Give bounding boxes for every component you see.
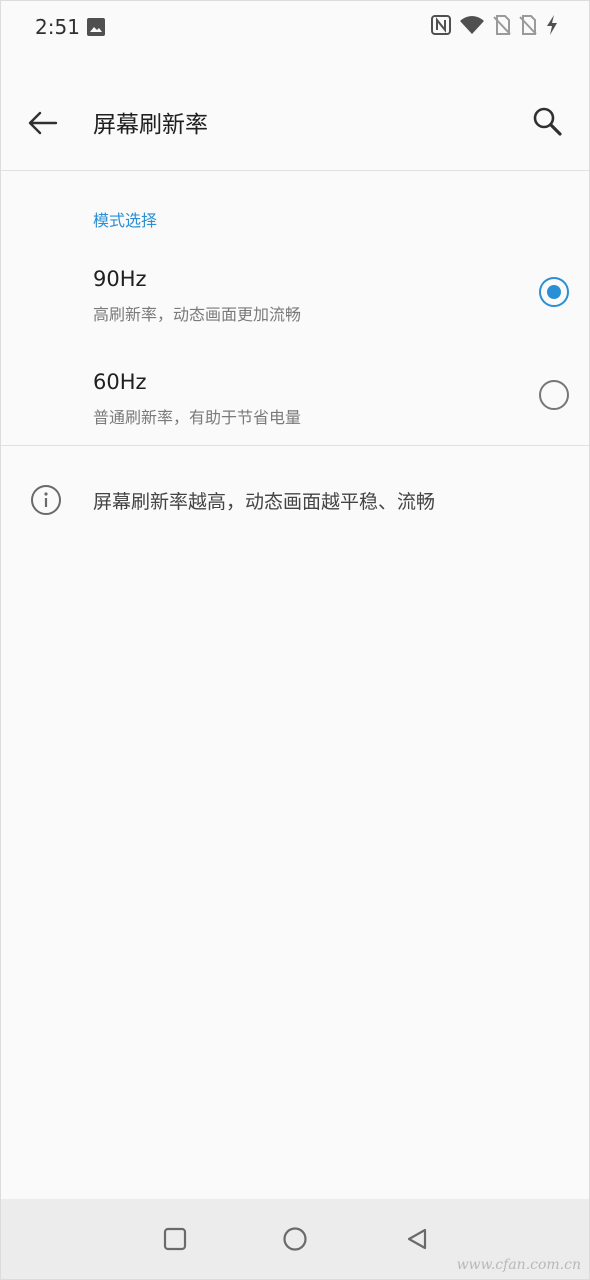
wifi-icon — [459, 15, 485, 35]
home-button[interactable] — [277, 1221, 313, 1257]
charging-icon — [545, 15, 559, 35]
radio-90hz[interactable] — [539, 277, 569, 307]
home-icon — [283, 1227, 307, 1251]
nav-back-button[interactable] — [399, 1221, 435, 1257]
radio-60hz[interactable] — [539, 380, 569, 410]
photo-icon — [87, 18, 105, 40]
search-icon — [533, 107, 562, 136]
option-title: 90Hz — [93, 267, 147, 291]
nfc-icon — [431, 15, 451, 35]
section-header: 模式选择 — [93, 211, 158, 230]
status-bar: 2:51 — [1, 1, 589, 53]
info-row: 屏幕刷新率越高，动态画面越平稳、流畅 — [1, 477, 589, 521]
option-subtitle: 普通刷新率，有助于节省电量 — [93, 408, 302, 427]
watermark: www.cfan.com.cn — [456, 1257, 581, 1273]
info-icon — [30, 484, 62, 520]
no-sim-icon — [493, 15, 511, 35]
page-title: 屏幕刷新率 — [93, 112, 208, 138]
option-title: 60Hz — [93, 370, 147, 394]
screen: 2:51 屏幕刷新率 模式选择 90Hz 高刷新率，动态画面更加流畅 60Hz … — [0, 0, 590, 1280]
divider — [1, 445, 589, 446]
option-subtitle: 高刷新率，动态画面更加流畅 — [93, 305, 302, 324]
no-sim-2-icon — [519, 15, 537, 35]
back-icon — [407, 1228, 427, 1250]
nav-bar: www.cfan.com.cn — [1, 1199, 589, 1279]
search-button[interactable] — [527, 101, 567, 141]
info-text: 屏幕刷新率越高，动态画面越平稳、流畅 — [93, 491, 436, 513]
app-bar: 屏幕刷新率 — [1, 73, 589, 171]
option-60hz[interactable]: 60Hz 普通刷新率，有助于节省电量 — [1, 370, 589, 466]
status-icons — [431, 15, 559, 35]
recents-icon — [163, 1227, 187, 1251]
back-arrow-icon — [28, 111, 58, 135]
back-button[interactable] — [23, 103, 63, 143]
recents-button[interactable] — [157, 1221, 193, 1257]
status-time: 2:51 — [35, 15, 80, 39]
option-90hz[interactable]: 90Hz 高刷新率，动态画面更加流畅 — [1, 267, 589, 363]
